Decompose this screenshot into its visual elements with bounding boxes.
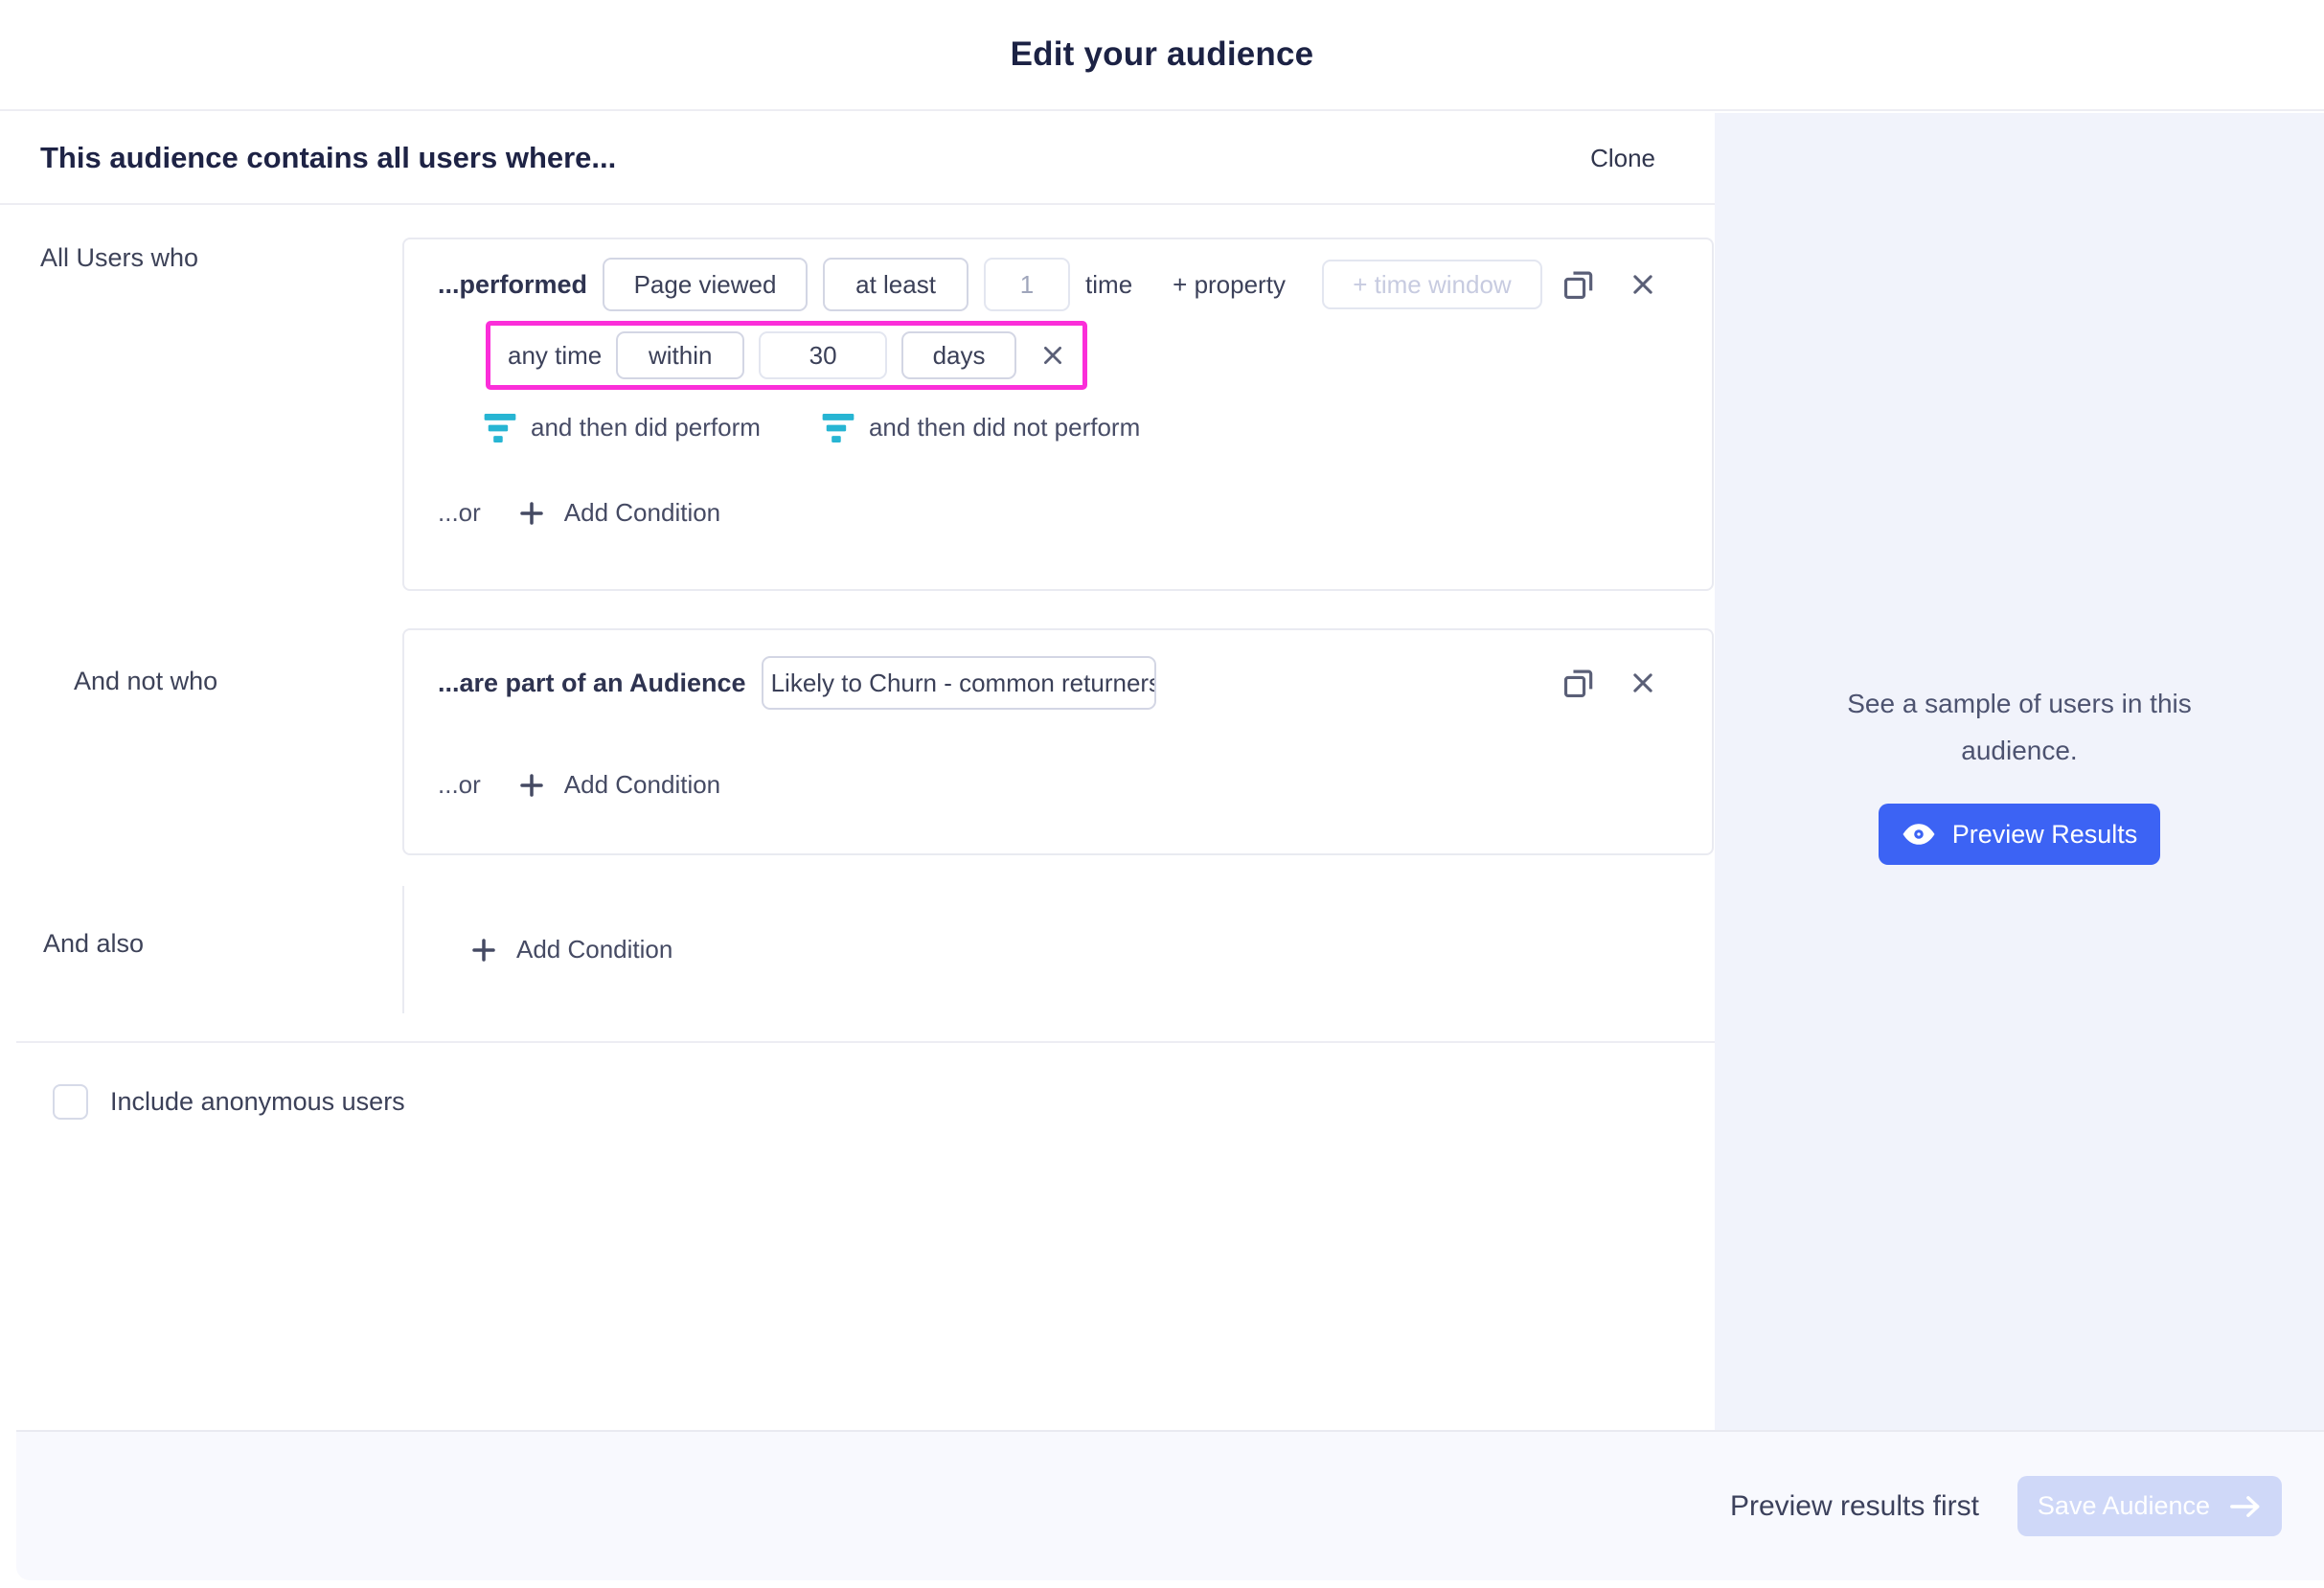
add-condition-label: Add Condition: [564, 498, 720, 528]
builder-header: This audience contains all users where..…: [0, 113, 1715, 205]
or-add-condition-row: ...or Add Condition: [438, 770, 1656, 800]
sequence-links-row: and then did perform and then did not pe…: [484, 413, 1656, 442]
preview-message: See a sample of users in this audience.: [1715, 680, 2324, 774]
time-label: time: [1085, 270, 1132, 300]
event-select[interactable]: Page viewed: [603, 258, 808, 311]
duplicate-condition-button[interactable]: [1561, 665, 1597, 701]
preview-results-label: Preview Results: [1952, 820, 2138, 850]
audience-select[interactable]: Likely to Churn - common returners: [762, 656, 1156, 710]
eye-icon: [1902, 822, 1936, 847]
funnel-icon: [484, 414, 516, 442]
plus-icon: [469, 936, 498, 964]
count-input[interactable]: [984, 258, 1070, 311]
include-anonymous-users-row[interactable]: Include anonymous users: [53, 1084, 405, 1120]
part-of-audience-label: ...are part of an Audience: [438, 669, 746, 698]
plus-icon: [517, 771, 546, 800]
builder-body: All Users who ...performed Page viewed a…: [0, 205, 1715, 1428]
and-then-did-not-perform-link[interactable]: and then did not perform: [822, 413, 1140, 442]
funnel-icon: [822, 414, 854, 442]
preview-first-hint: Preview results first: [1730, 1490, 1979, 1523]
include-anonymous-checkbox[interactable]: [53, 1084, 88, 1120]
audience-builder-panel: This audience contains all users where..…: [0, 113, 1715, 1430]
and-then-did-perform-label: and then did perform: [531, 413, 761, 442]
performed-condition-row: ...performed Page viewed at least time +…: [438, 257, 1656, 312]
page-title: Edit your audience: [1011, 35, 1314, 74]
section-divider: [16, 1041, 1715, 1043]
or-add-condition-row: ...or Add Condition: [438, 498, 1656, 528]
add-condition-button[interactable]: Add Condition: [517, 498, 720, 528]
clone-button[interactable]: Clone: [1590, 144, 1655, 173]
within-select[interactable]: within: [616, 331, 744, 379]
footer-bar: Preview results first Save Audience: [16, 1430, 2324, 1580]
add-property-button[interactable]: + property: [1173, 270, 1286, 300]
add-condition-button[interactable]: Add Condition: [469, 935, 672, 964]
close-icon: [1629, 669, 1656, 696]
and-then-did-perform-link[interactable]: and then did perform: [484, 413, 761, 442]
and-not-who-label: And not who: [74, 667, 217, 696]
or-label: ...or: [438, 770, 481, 800]
copy-icon: [1561, 665, 1597, 701]
time-window-filter-highlighted: any time within days: [486, 321, 1087, 390]
preview-message-line2: audience.: [1715, 727, 2324, 774]
modal-title-bar: Edit your audience: [0, 0, 2324, 111]
or-label: ...or: [438, 498, 481, 528]
row-actions: [1561, 665, 1656, 701]
time-unit-select[interactable]: days: [901, 331, 1016, 379]
row-actions: [1561, 266, 1656, 303]
preview-results-button[interactable]: Preview Results: [1879, 804, 2160, 865]
builder-heading: This audience contains all users where..…: [40, 141, 616, 175]
save-audience-label: Save Audience: [2038, 1491, 2210, 1521]
performed-label: ...performed: [438, 270, 587, 300]
remove-time-filter-button[interactable]: [1040, 343, 1065, 368]
preview-sidebar: See a sample of users in this audience. …: [1715, 113, 2324, 1430]
time-amount-input[interactable]: [759, 331, 887, 379]
include-anonymous-label: Include anonymous users: [110, 1087, 405, 1117]
remove-condition-button[interactable]: [1629, 271, 1656, 298]
audience-condition-row: ...are part of an Audience Likely to Chu…: [438, 655, 1656, 711]
all-users-who-label: All Users who: [40, 243, 198, 273]
close-icon: [1040, 343, 1065, 368]
remove-condition-button[interactable]: [1629, 669, 1656, 696]
any-time-label: any time: [508, 341, 602, 371]
condition-group-all-users: ...performed Page viewed at least time +…: [402, 238, 1714, 591]
add-condition-label: Add Condition: [516, 935, 672, 964]
add-condition-label: Add Condition: [564, 770, 720, 800]
close-icon: [1629, 271, 1656, 298]
plus-icon: [517, 499, 546, 528]
operator-select[interactable]: at least: [823, 258, 968, 311]
duplicate-condition-button[interactable]: [1561, 266, 1597, 303]
condition-group-and-also: Add Condition: [402, 886, 1169, 1013]
copy-icon: [1561, 266, 1597, 303]
time-window-input[interactable]: [1322, 260, 1542, 309]
and-then-did-not-perform-label: and then did not perform: [869, 413, 1140, 442]
and-also-label: And also: [43, 929, 144, 959]
condition-group-and-not: ...are part of an Audience Likely to Chu…: [402, 628, 1714, 855]
arrow-right-icon: [2229, 1494, 2262, 1519]
save-audience-button[interactable]: Save Audience: [2017, 1476, 2282, 1536]
add-condition-button[interactable]: Add Condition: [517, 770, 720, 800]
preview-message-line1: See a sample of users in this: [1715, 680, 2324, 727]
